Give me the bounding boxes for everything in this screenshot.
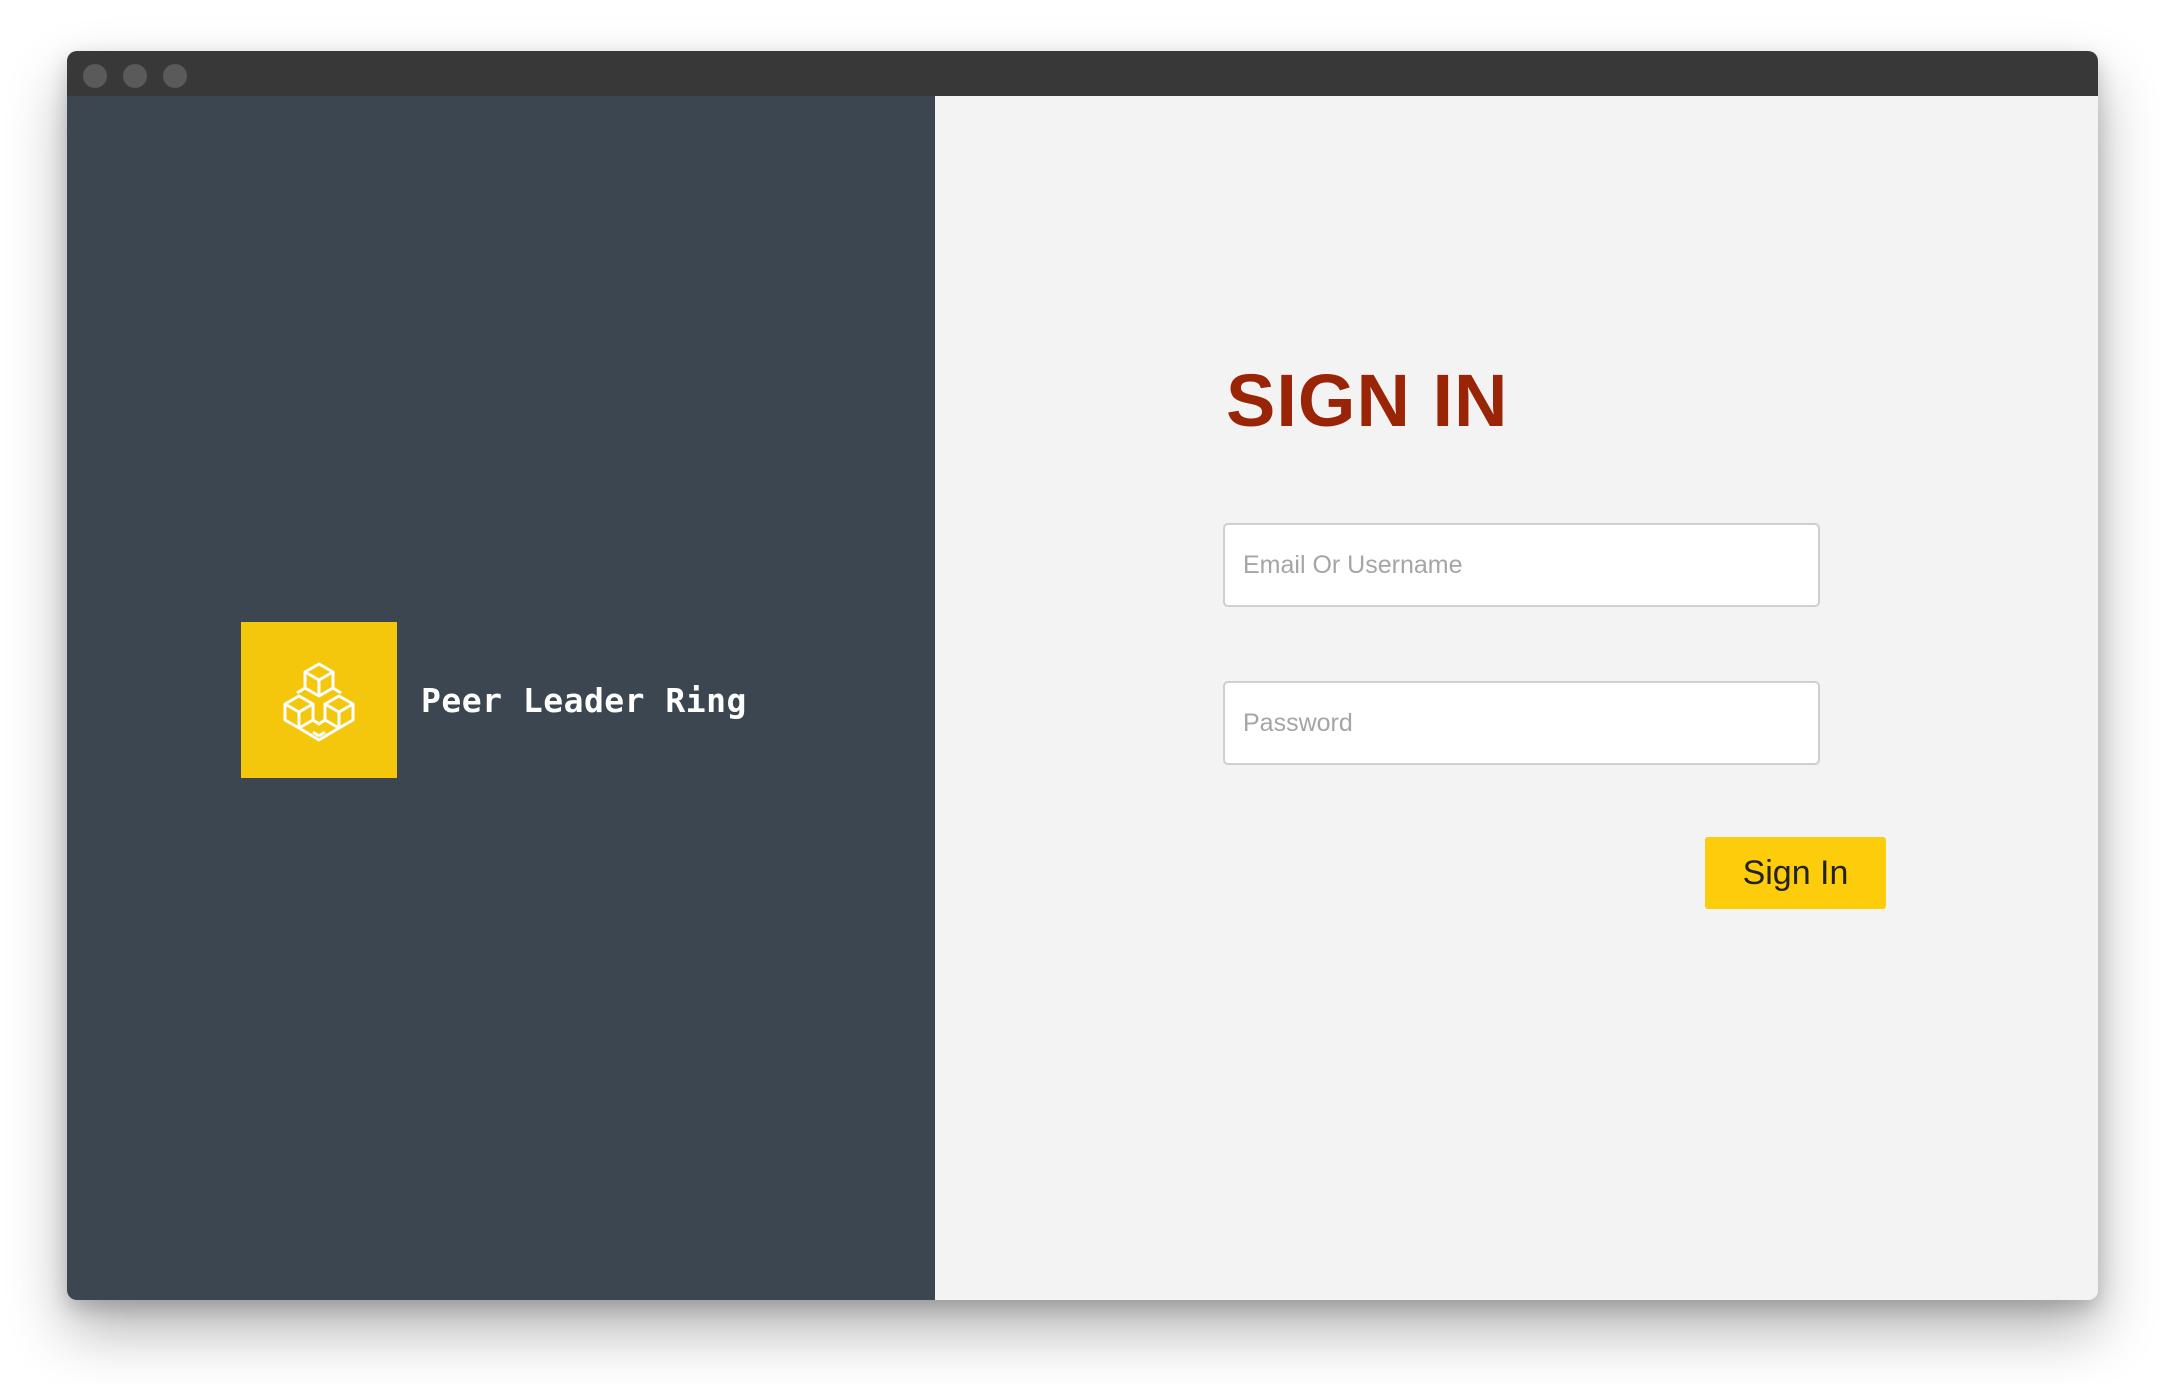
email-username-input[interactable] bbox=[1223, 523, 1820, 607]
window-titlebar bbox=[67, 51, 2098, 96]
logo bbox=[241, 622, 397, 778]
minimize-window-button[interactable] bbox=[123, 64, 147, 88]
password-input[interactable] bbox=[1223, 681, 1820, 765]
brand-panel: Peer Leader Ring bbox=[67, 96, 935, 1300]
sign-in-button[interactable]: Sign In bbox=[1705, 837, 1886, 909]
signin-panel: SIGN IN Sign In bbox=[935, 96, 2098, 1300]
brand: Peer Leader Ring bbox=[241, 622, 747, 778]
cubes-icon bbox=[283, 662, 355, 742]
close-window-button[interactable] bbox=[83, 64, 107, 88]
page-title: SIGN IN bbox=[1226, 359, 1509, 442]
maximize-window-button[interactable] bbox=[163, 64, 187, 88]
browser-window: Peer Leader Ring SIGN IN Sign In bbox=[67, 51, 2098, 1300]
brand-name: Peer Leader Ring bbox=[421, 680, 747, 720]
